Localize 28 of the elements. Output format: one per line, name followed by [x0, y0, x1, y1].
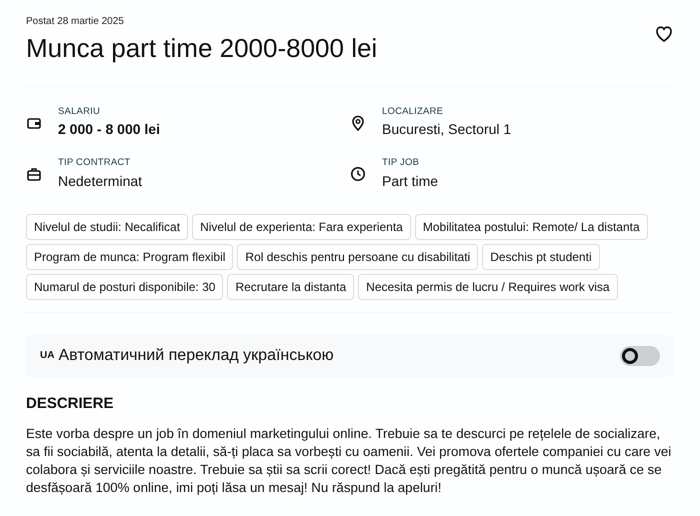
detail-label: SALARIU [58, 105, 102, 120]
tag: Numarul de posturi disponibile: 30 [26, 274, 224, 300]
tag: Deschis pt studenti [482, 244, 600, 270]
wallet-icon [26, 115, 42, 132]
detail-label: TIP CONTRACT [58, 156, 132, 170]
translation-label: Автоматичний переклад українською [58, 346, 334, 366]
language-code: UA [40, 349, 54, 364]
tag: Nivelul de experienta: Fara experienta [192, 214, 411, 240]
detail-value: 2 000 - 8 000 lei [58, 120, 160, 140]
detail-label: TIP JOB [382, 156, 420, 170]
detail-value: Nedeterminat [58, 172, 142, 191]
tag: Rol deschis pentru persoane cu disabilitati [237, 244, 478, 270]
tag: Necesita permis de lucru / Requires work visa [358, 274, 618, 300]
detail-value: Bucuresti, Sectorul 1 [382, 120, 512, 140]
detail-value: Part time [382, 172, 438, 191]
tag: Program de munca: Program flexibil [26, 244, 234, 270]
detail-label: LOCALIZARE [382, 105, 444, 120]
clock-icon [350, 166, 366, 182]
description-text: Este vorba despre un job în domeniul marketingului online. Trebuie sa te descurci pe rețelele de socializare, sa fii sociabilă, atenta la detalii, să-ți placa sa vorbești cu oamenii. Vei promova ofertele companiei cu care vei colabora și serviciile noastre. Trebuie sa știi sa scrii corect! Dacă ești pregătită pentru o muncă ușoară ce se desfășoară 100% online, imi poți lăsa un mesaj! Nu răspund la apeluri! [26, 424, 672, 497]
job-title: Munca part time 2000-8000 lei [26, 33, 378, 64]
location-pin-icon [350, 115, 366, 132]
tag: Nivelul de studii: Necalificat [26, 214, 188, 240]
section-heading: DESCRIERE [26, 394, 115, 413]
toggle-switch[interactable] [620, 346, 660, 366]
tag: Mobilitatea postului: Remote/ La distanta [414, 214, 648, 240]
briefcase-icon [26, 166, 42, 182]
tag: Recrutare la distanta [227, 274, 354, 300]
post-date: Postat 28 martie 2025 [26, 15, 125, 29]
